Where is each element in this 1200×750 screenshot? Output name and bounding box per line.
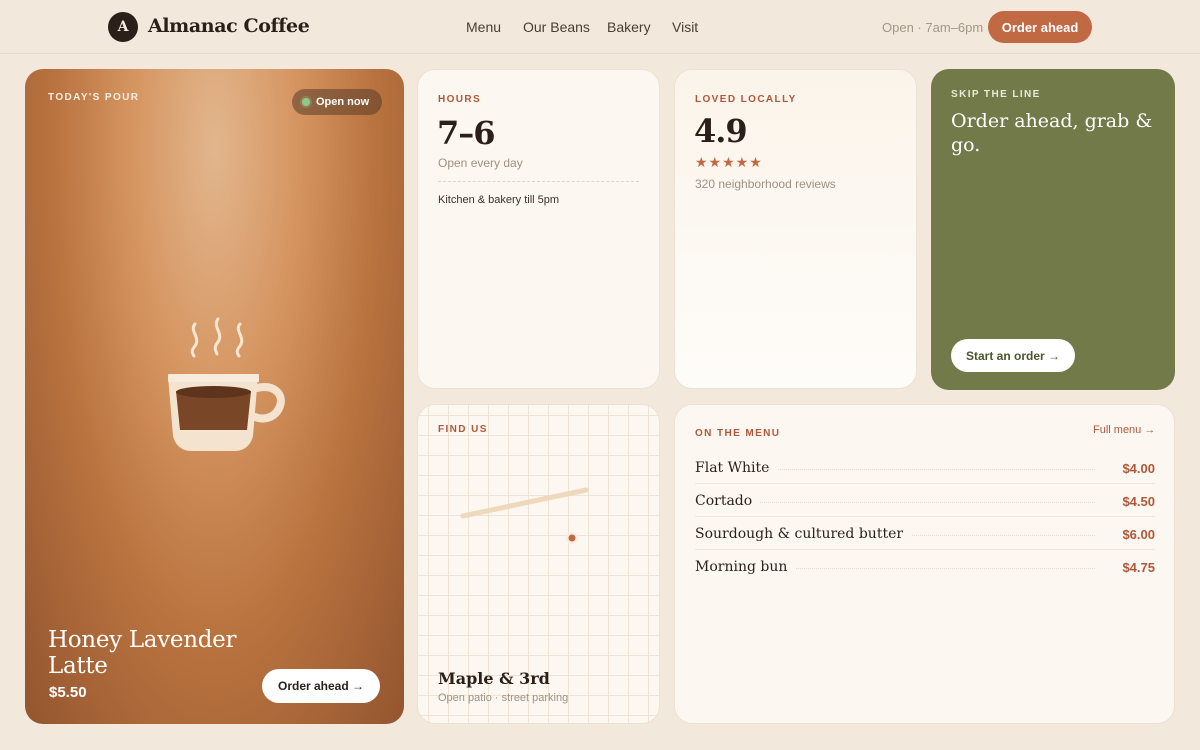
map-eyebrow: FIND US — [438, 424, 488, 435]
divider — [438, 181, 639, 182]
find-us-map-card[interactable]: FIND US Maple & 3rd Open patio · street … — [417, 404, 660, 724]
skip-title: Order ahead, grab & go. — [951, 110, 1153, 156]
star-rating-icon: ★★★★★ — [695, 154, 763, 170]
featured-drink-title: Honey Lavender Latte — [48, 627, 237, 679]
location-title: Maple & 3rd — [438, 669, 550, 688]
menu-item-name: Morning bun — [695, 559, 796, 575]
skip-the-line-card: SKIP THE LINE Order ahead, grab & go. St… — [931, 69, 1175, 390]
menu-eyebrow: ON THE MENU — [695, 428, 781, 439]
order-ahead-button[interactable]: Order ahead — [988, 11, 1092, 43]
logo-mark[interactable]: A — [108, 12, 138, 42]
open-now-badge: Open now — [292, 89, 382, 115]
menu-item-name: Sourdough & cultured butter — [695, 526, 912, 542]
menu-item-name: Flat White — [695, 460, 778, 476]
header-hours: Open · 7am–6pm — [882, 20, 984, 35]
featured-drink-price: $5.50 — [49, 684, 87, 701]
full-menu-link[interactable]: Full menu → — [1093, 424, 1155, 436]
top-header: A Almanac Coffee Menu Our Beans Bakery V… — [0, 0, 1200, 54]
hours-card: HOURS 7–6 Open every day Kitchen & baker… — [417, 69, 660, 389]
location-subtitle: Open patio · street parking — [438, 692, 569, 704]
rating-value: 4.9 — [694, 112, 748, 150]
menu-item-price: $6.00 — [1114, 527, 1155, 542]
menu-item[interactable]: Morning bun $4.75 — [695, 550, 1155, 583]
kitchen-hours-note: Kitchen & bakery till 5pm — [438, 194, 560, 206]
status-dot-icon — [302, 98, 310, 106]
nav-item-bakery[interactable]: Bakery — [607, 19, 651, 35]
rating-eyebrow: LOVED LOCALLY — [695, 94, 797, 105]
todays-pour-card: TODAY'S POUR Open now Honey Lavender Lat… — [25, 69, 404, 724]
hours-eyebrow: HOURS — [438, 94, 482, 105]
nav-item-menu[interactable]: Menu — [466, 19, 501, 35]
menu-item-price: $4.00 — [1114, 461, 1155, 476]
review-count: 320 neighborhood reviews — [695, 177, 836, 191]
nav-item-our-beans[interactable]: Our Beans — [523, 19, 590, 35]
open-now-label: Open now — [316, 96, 370, 108]
menu-item[interactable]: Flat White $4.00 — [695, 451, 1155, 484]
menu-item-name: Cortado — [695, 493, 761, 509]
skip-eyebrow: SKIP THE LINE — [951, 89, 1041, 100]
menu-item[interactable]: Cortado $4.50 — [695, 484, 1155, 517]
menu-item-price: $4.75 — [1114, 560, 1155, 575]
hero-order-ahead-button[interactable]: Order ahead → — [262, 669, 380, 703]
map-street — [460, 487, 589, 519]
coffee-cup-icon — [162, 314, 287, 454]
menu-card: ON THE MENU Full menu → Flat White $4.00… — [674, 404, 1175, 724]
start-order-button[interactable]: Start an order → — [951, 339, 1075, 372]
hours-value: 7–6 — [437, 114, 496, 152]
rating-card: LOVED LOCALLY 4.9 ★★★★★ 320 neighborhood… — [674, 69, 917, 389]
location-pin-icon[interactable] — [568, 534, 576, 542]
menu-item-price: $4.50 — [1114, 494, 1155, 509]
nav-item-visit[interactable]: Visit — [672, 19, 698, 35]
menu-item[interactable]: Sourdough & cultured butter $6.00 — [695, 517, 1155, 550]
hours-subtitle: Open every day — [438, 156, 523, 170]
hero-eyebrow: TODAY'S POUR — [48, 92, 140, 103]
brand-name[interactable]: Almanac Coffee — [148, 15, 310, 37]
